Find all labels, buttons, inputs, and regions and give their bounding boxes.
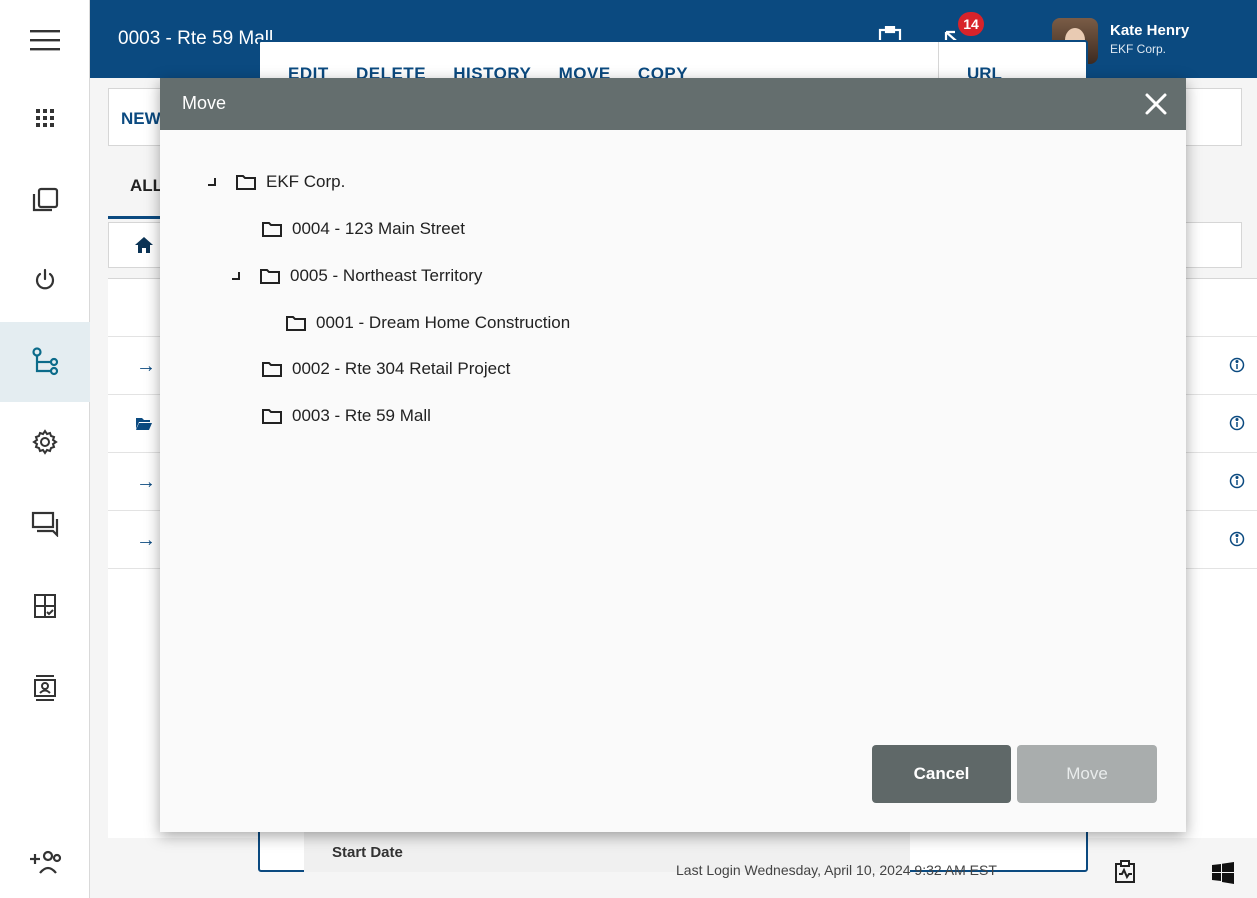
tab-all[interactable]: ALL: [130, 176, 163, 196]
move-dialog-title: Move: [182, 93, 227, 113]
start-date-label: Start Date: [332, 844, 403, 861]
collapse-toggle-icon[interactable]: [228, 269, 242, 283]
contacts-button[interactable]: [0, 648, 90, 728]
power-icon: [35, 268, 55, 290]
folder-icon: [262, 362, 282, 377]
page-title: 0003 - Rte 59 Mall: [118, 28, 274, 49]
apps-grid-icon: [36, 109, 54, 127]
move-dialog-header: Move: [160, 78, 1186, 130]
contact-card-icon: [34, 675, 56, 701]
projects-button[interactable]: [0, 160, 90, 240]
home-icon[interactable]: [135, 237, 153, 253]
folder-open-icon[interactable]: [136, 417, 152, 430]
hierarchy-icon: [32, 347, 59, 376]
info-icon[interactable]: [1229, 357, 1245, 373]
checklist-button[interactable]: [0, 566, 90, 646]
new-button[interactable]: NEW: [121, 109, 161, 129]
add-users-icon: [30, 850, 62, 874]
hierarchy-button[interactable]: [0, 322, 90, 402]
checklist-icon: [34, 594, 56, 618]
arrow-right-icon[interactable]: →: [136, 529, 156, 552]
activity-clipboard-icon[interactable]: [1114, 860, 1136, 884]
menu-button[interactable]: [0, 0, 90, 80]
add-users-button[interactable]: [0, 828, 90, 898]
folder-icon: [262, 409, 282, 424]
last-login-text: Last Login Wednesday, April 10, 2024 9:3…: [676, 862, 997, 878]
tree-node-label: 0005 - Northeast Territory: [290, 266, 483, 285]
tree-node-label: 0004 - 123 Main Street: [292, 219, 465, 238]
user-org: EKF Corp.: [1110, 42, 1167, 56]
move-button[interactable]: Move: [1017, 745, 1157, 803]
tree-node-label: 0003 - Rte 59 Mall: [292, 406, 431, 425]
folder-icon: [286, 316, 306, 331]
tree-node-0001[interactable]: 0001 - Dream Home Construction: [286, 310, 570, 336]
settings-button[interactable]: [0, 402, 90, 482]
arrow-right-icon[interactable]: →: [136, 355, 156, 378]
apps-button[interactable]: [0, 78, 90, 158]
folders-icon: [32, 187, 59, 212]
cancel-button[interactable]: Cancel: [872, 745, 1011, 803]
close-icon[interactable]: [1142, 90, 1170, 118]
menu-icon: [30, 30, 60, 51]
gear-icon: [32, 429, 58, 455]
info-icon[interactable]: [1229, 415, 1245, 431]
collapse-toggle-icon[interactable]: [204, 175, 218, 189]
tree-node-label: EKF Corp.: [266, 172, 346, 191]
folder-icon: [262, 222, 282, 237]
chat-icon: [31, 511, 59, 537]
power-button[interactable]: [0, 240, 90, 320]
left-nav-rail: [0, 0, 90, 898]
tree-node-label: 0001 - Dream Home Construction: [316, 313, 571, 332]
tree-node-label: 0002 - Rte 304 Retail Project: [292, 359, 511, 378]
tree-node-0004[interactable]: 0004 - 123 Main Street: [262, 216, 465, 242]
tree-node-0003[interactable]: 0003 - Rte 59 Mall: [262, 403, 431, 429]
notification-badge[interactable]: 14: [958, 12, 984, 36]
folder-icon: [236, 175, 256, 190]
tree-node-0005[interactable]: 0005 - Northeast Territory: [228, 263, 482, 289]
messages-button[interactable]: [0, 484, 90, 564]
info-icon[interactable]: [1229, 531, 1245, 547]
move-dialog: Move EKF Corp. 0004 - 123 Main Street 00…: [160, 78, 1186, 832]
arrow-right-icon[interactable]: →: [136, 471, 156, 494]
tree-node-0002[interactable]: 0002 - Rte 304 Retail Project: [262, 356, 510, 382]
folder-icon: [260, 269, 280, 284]
user-name[interactable]: Kate Henry: [1110, 22, 1189, 39]
windows-icon[interactable]: [1212, 862, 1234, 884]
tree-node-ekf-corp[interactable]: EKF Corp.: [204, 169, 345, 195]
info-icon[interactable]: [1229, 473, 1245, 489]
